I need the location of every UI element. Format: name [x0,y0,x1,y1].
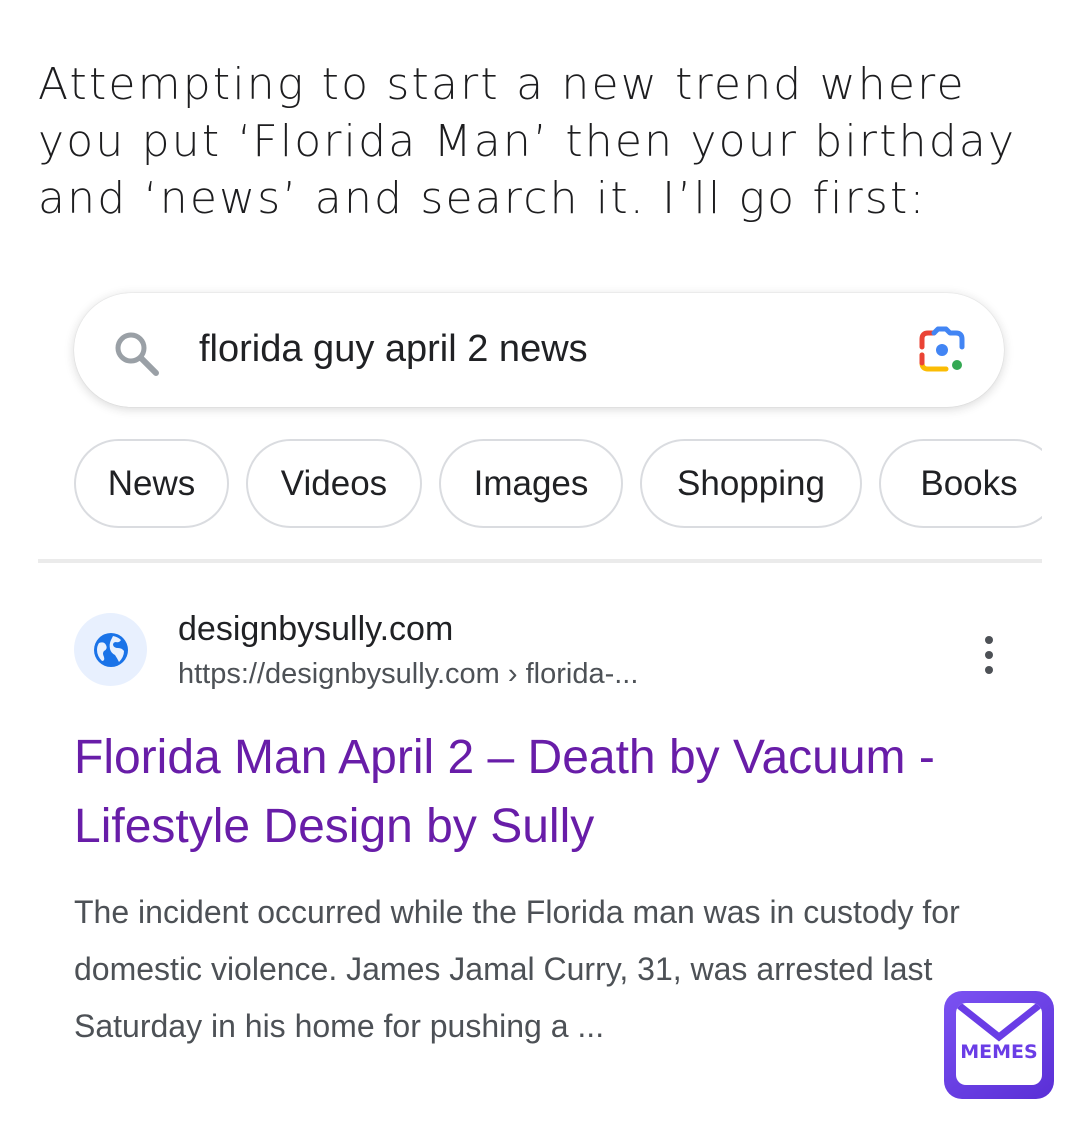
site-favicon[interactable] [74,613,147,686]
chip-shopping[interactable]: Shopping [640,439,862,528]
result-snippet: The incident occurred while the Florida … [74,894,960,1044]
google-lens-icon[interactable] [916,325,968,377]
search-input[interactable]: florida guy april 2 news [199,328,588,371]
search-filter-chips: News Videos Images Shopping Books [74,439,1042,532]
watermark-label: MEMES [960,1041,1038,1063]
meme-caption: Attempting to start a new trend where yo… [38,59,1017,224]
envelope-icon [956,1003,1042,1042]
chip-images[interactable]: Images [439,439,623,528]
globe-icon [93,632,128,667]
result-site-name[interactable]: designbysully.com [178,610,453,649]
memes-watermark-logo: MEMES [944,991,1054,1099]
result-title-link[interactable]: Florida Man April 2 – Death by Vacuum - … [74,723,1014,861]
search-icon[interactable] [112,329,160,377]
result-url[interactable]: https://designbysully.com › florida-... [178,658,638,691]
more-vert-icon[interactable] [978,634,1000,678]
chip-news[interactable]: News [74,439,229,528]
chip-videos[interactable]: Videos [246,439,422,528]
divider [38,559,1042,563]
chip-books[interactable]: Books [879,439,1042,528]
search-bar[interactable]: florida guy april 2 news [74,293,1004,407]
